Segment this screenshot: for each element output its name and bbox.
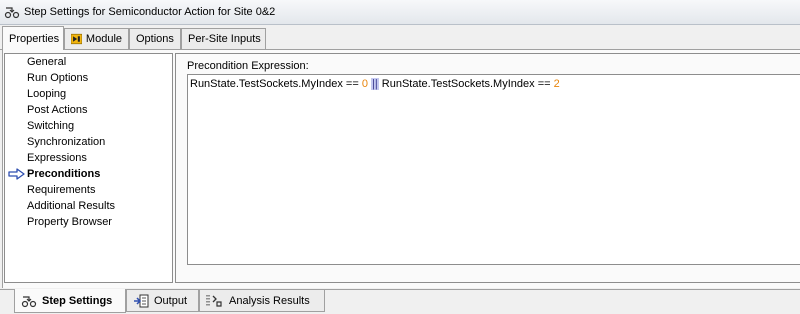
list-item-post-actions[interactable]: Post Actions — [27, 102, 88, 118]
list-item-looping[interactable]: Looping — [27, 86, 66, 102]
expression-part-2: RunState.TestSockets.MyIndex == — [381, 78, 554, 90]
tab-label: Properties — [9, 32, 60, 45]
list-item-additional-results[interactable]: Additional Results — [27, 198, 115, 214]
list-item-general[interactable]: General — [27, 54, 66, 70]
tab-label: Module — [85, 33, 122, 45]
tab-output[interactable]: Output — [126, 290, 199, 312]
tab-label: Options — [136, 33, 174, 45]
tab-label: Per-Site Inputs — [188, 33, 261, 45]
list-item-expressions[interactable]: Expressions — [27, 150, 87, 166]
tab-properties[interactable]: Properties — [2, 26, 64, 50]
tab-label: Output — [154, 294, 188, 307]
window-title-bar: Step Settings for Semiconductor Action f… — [0, 0, 800, 25]
list-item-preconditions[interactable]: Preconditions — [27, 166, 100, 182]
tab-step-settings[interactable]: Step Settings — [14, 289, 126, 313]
tab-analysis-results[interactable]: Analysis Results — [199, 290, 325, 312]
tab-per-site-inputs[interactable]: Per-Site Inputs — [181, 28, 266, 49]
tab-options[interactable]: Options — [129, 28, 181, 49]
step-settings-icon — [4, 7, 20, 19]
expression-or-operator: || — [371, 78, 379, 90]
list-item-switching[interactable]: Switching — [27, 118, 74, 134]
precondition-expression-label: Precondition Expression: — [187, 60, 309, 72]
window-title: Step Settings for Semiconductor Action f… — [24, 6, 276, 18]
list-item-property-browser[interactable]: Property Browser — [27, 214, 112, 230]
list-item-requirements[interactable]: Requirements — [27, 182, 95, 198]
expression-value-2: 2 — [553, 78, 560, 90]
expression-value-1: 0 — [361, 78, 368, 90]
output-icon — [134, 294, 149, 307]
tab-module[interactable]: Module — [64, 28, 129, 49]
tab-label: Analysis Results — [229, 294, 310, 307]
selected-arrow-icon — [8, 168, 25, 180]
precondition-expression-editor[interactable]: RunState.TestSockets.MyIndex == 0 || Run… — [187, 74, 800, 265]
list-item-run-options[interactable]: Run Options — [27, 70, 88, 86]
analysis-results-icon — [206, 294, 222, 307]
labview-module-icon — [71, 33, 82, 45]
tab-label: Step Settings — [42, 294, 113, 307]
expression-part-1: RunState.TestSockets.MyIndex == — [190, 78, 362, 90]
step-settings-icon — [21, 295, 37, 307]
list-item-synchronization[interactable]: Synchronization — [27, 134, 105, 150]
